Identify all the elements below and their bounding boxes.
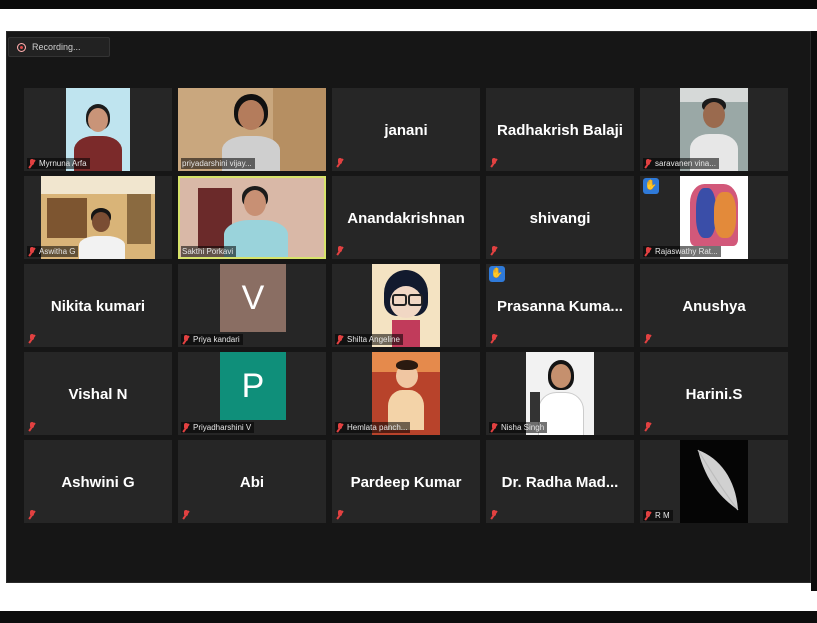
participant-tile[interactable]: Anandakrishnan: [332, 176, 480, 259]
participant-name-label: Rajaswathy Rat...: [643, 246, 721, 257]
muted-mic-icon: [28, 334, 36, 343]
participant-tile[interactable]: shivangi: [486, 176, 634, 259]
participant-tile[interactable]: Harini.S: [640, 352, 788, 435]
muted-mic-icon: [644, 159, 652, 168]
muted-mic-icon: [336, 510, 344, 519]
participant-tile[interactable]: Dr. Radha Mad...: [486, 440, 634, 523]
participant-name-label: Aswitha G: [27, 246, 79, 257]
participant-tile[interactable]: V Priya kandari: [178, 264, 326, 347]
muted-mic-icon: [644, 511, 652, 520]
participant-tile[interactable]: Nikita kumari: [24, 264, 172, 347]
muted-mic-icon: [644, 334, 652, 343]
muted-mic-icon: [336, 246, 344, 255]
participant-name: janani: [384, 122, 428, 139]
participant-name-label: R M: [643, 510, 673, 521]
muted-mic-icon: [644, 247, 652, 256]
participant-tile[interactable]: Anushya: [640, 264, 788, 347]
participant-name: Pardeep Kumar: [350, 474, 462, 491]
participant-tile[interactable]: ✋ Prasanna Kuma...: [486, 264, 634, 347]
muted-mic-icon: [644, 422, 652, 431]
raised-hand-icon: ✋: [489, 266, 505, 282]
participant-name: shivangi: [529, 210, 591, 227]
muted-mic-icon: [182, 423, 190, 432]
muted-mic-icon: [490, 423, 498, 432]
participant-name: Nikita kumari: [50, 298, 146, 315]
participant-tile[interactable]: ✋ Rajaswathy Rat...: [640, 176, 788, 259]
participant-tile[interactable]: Myrnuna Arfa: [24, 88, 172, 171]
participant-name: Harini.S: [685, 386, 743, 403]
participant-name-label: Sakthi Porkavi: [181, 246, 237, 257]
participant-name: Vishal N: [68, 386, 128, 403]
muted-mic-icon: [490, 246, 498, 255]
muted-mic-icon: [28, 422, 36, 431]
participant-name: Anushya: [682, 298, 746, 315]
muted-mic-icon: [490, 158, 498, 167]
muted-mic-icon: [490, 334, 498, 343]
person-figure: [77, 186, 127, 259]
participant-name-label: Priya kandari: [181, 334, 243, 345]
participant-tile[interactable]: P Priyadharshini V: [178, 352, 326, 435]
participant-tile[interactable]: Pardeep Kumar: [332, 440, 480, 523]
muted-mic-icon: [28, 159, 36, 168]
feather-image: [697, 449, 739, 511]
participant-tile[interactable]: Shilta Angeline: [332, 264, 480, 347]
participant-name: Dr. Radha Mad...: [501, 474, 619, 491]
participant-name: Radhakrish Balaji: [497, 122, 623, 139]
raised-hand-icon: ✋: [643, 178, 659, 194]
participant-tile[interactable]: Hemlata panch...: [332, 352, 480, 435]
participant-name-label: Myrnuna Arfa: [27, 158, 90, 169]
participant-name: Prasanna Kuma...: [497, 298, 623, 315]
participant-name: Ashwini G: [61, 474, 135, 491]
participant-name: Abi: [239, 474, 265, 491]
participant-tile[interactable]: Nisha Singh: [486, 352, 634, 435]
participant-tile[interactable]: priyadarshini vijay...: [178, 88, 326, 171]
bottom-frame: [0, 611, 817, 623]
participant-tile[interactable]: saravanen vina...: [640, 88, 788, 171]
participant-tile[interactable]: Abi: [178, 440, 326, 523]
gallery-grid: Myrnuna Arfa priyadarshini vijay... jana…: [24, 88, 788, 523]
participant-name-label: priyadarshini vijay...: [181, 158, 255, 169]
participant-name-label: Nisha Singh: [489, 422, 548, 433]
recording-indicator[interactable]: Recording...: [8, 37, 110, 57]
muted-mic-icon: [28, 510, 36, 519]
muted-mic-icon: [182, 335, 190, 344]
top-frame: [0, 0, 817, 9]
participant-tile[interactable]: Aswitha G: [24, 176, 172, 259]
participant-tile[interactable]: Vishal N: [24, 352, 172, 435]
participant-tile[interactable]: R M: [640, 440, 788, 523]
participant-video: [680, 440, 748, 523]
recording-dot-icon: [17, 42, 26, 52]
participant-tile[interactable]: janani: [332, 88, 480, 171]
muted-mic-icon: [182, 510, 190, 519]
muted-mic-icon: [28, 247, 36, 256]
participant-name-label: Shilta Angeline: [335, 334, 403, 345]
participant-tile[interactable]: Radhakrish Balaji: [486, 88, 634, 171]
muted-mic-icon: [336, 158, 344, 167]
muted-mic-icon: [490, 510, 498, 519]
participant-tile[interactable]: Ashwini G: [24, 440, 172, 523]
participant-name: Anandakrishnan: [347, 210, 465, 227]
right-frame: [811, 31, 817, 591]
participant-name-label: Priyadharshini V: [181, 422, 255, 433]
muted-mic-icon: [336, 423, 344, 432]
participant-name-label: saravanen vina...: [643, 158, 719, 169]
participant-tile-active-speaker[interactable]: Sakthi Porkavi: [178, 176, 326, 259]
participant-name-label: Hemlata panch...: [335, 422, 411, 433]
initial-avatar: V: [220, 264, 286, 332]
initial-avatar: P: [220, 352, 286, 420]
recording-label: Recording...: [32, 42, 81, 52]
muted-mic-icon: [336, 335, 344, 344]
